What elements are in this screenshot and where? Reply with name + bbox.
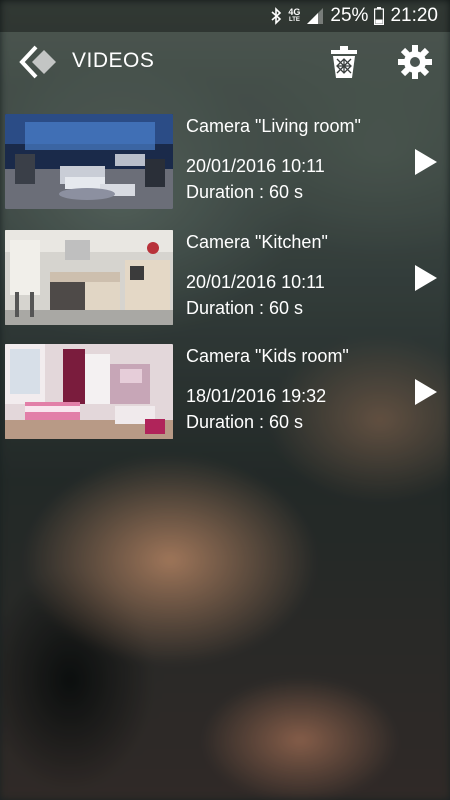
video-duration: Duration : 60 s (186, 298, 304, 318)
signal-icon (307, 8, 324, 24)
video-datetime: 20/01/2016 10:11 (186, 272, 325, 292)
living-room-thumbnail-image (5, 114, 173, 209)
video-datetime: 20/01/2016 10:11 (186, 156, 325, 176)
gear-icon[interactable] (398, 45, 432, 79)
video-camera-name: Camera "Kitchen" (186, 232, 328, 252)
page-title: VIDEOS (72, 49, 155, 72)
bluetooth-icon (271, 7, 282, 25)
play-icon[interactable] (414, 148, 438, 176)
video-thumbnail[interactable] (5, 114, 173, 209)
video-datetime: 18/01/2016 19:32 (186, 386, 327, 406)
battery-icon (374, 7, 385, 25)
app-bar: VIDEOS (0, 32, 450, 92)
status-bar: 4G LTE 25% 21:20 (0, 0, 450, 32)
back-chevron-icon[interactable] (18, 44, 60, 80)
network-type-bottom: LTE (288, 17, 300, 23)
video-camera-name: Camera "Living room" (186, 116, 361, 136)
clock: 21:20 (390, 5, 438, 26)
network-type-label: 4G LTE (288, 8, 300, 24)
video-camera-name: Camera "Kids room" (186, 346, 349, 366)
status-icons: 4G LTE 25% 21:20 (270, 0, 438, 32)
video-duration: Duration : 60 s (186, 412, 304, 432)
video-item-living-room[interactable]: Camera "Living room" 20/01/2016 10:11 Du… (0, 114, 450, 212)
videos-screen: 4G LTE 25% 21:20 VIDEOS Camera "Living r… (0, 0, 450, 800)
video-duration: Duration : 60 s (186, 182, 304, 202)
kitchen-thumbnail-image (5, 230, 173, 325)
video-item-kitchen[interactable]: Camera "Kitchen" 20/01/2016 10:11 Durati… (0, 230, 450, 328)
network-type-top: 4G (288, 7, 301, 17)
battery-percent: 25% (330, 5, 369, 26)
play-icon[interactable] (414, 378, 438, 406)
kids-room-thumbnail-image (5, 344, 173, 439)
trash-icon[interactable] (328, 45, 360, 79)
video-thumbnail[interactable] (5, 230, 173, 325)
video-thumbnail[interactable] (5, 344, 173, 439)
video-item-kids-room[interactable]: Camera "Kids room" 18/01/2016 19:32 Dura… (0, 344, 450, 442)
play-icon[interactable] (414, 264, 438, 292)
